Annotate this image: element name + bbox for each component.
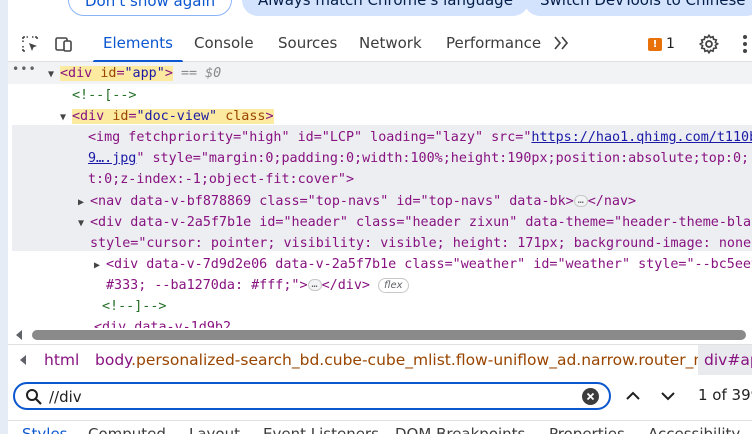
tree-row-comment-close[interactable]: <!--]-->: [102, 296, 167, 317]
attr-value: "doc-view": [136, 109, 218, 124]
img-style-end: t:0;z-index:-1;object-fit:cover">: [88, 172, 355, 187]
expand-arrow-icon[interactable]: ▶: [94, 255, 106, 276]
tag-open: <div: [72, 109, 105, 124]
comment-node: <!--[-->: [72, 88, 137, 103]
collapsed-children-ellipsis[interactable]: …: [573, 195, 588, 207]
tab-event-listeners[interactable]: Event Listeners: [263, 425, 379, 434]
tree-row-comment-open[interactable]: <!--[-->: [72, 85, 137, 106]
weather-close-tag: </div>: [321, 278, 370, 293]
breadcrumb-body[interactable]: body.personalized-search_bd.cube-cube_ml…: [95, 345, 734, 375]
tab-performance[interactable]: Performance: [446, 26, 541, 62]
dom-search-bar: 1 of 399: [8, 376, 752, 420]
collapse-arrow-icon[interactable]: ▼: [60, 107, 72, 128]
tab-properties[interactable]: Properties: [549, 425, 625, 434]
tree-row-partial[interactable]: <div data-v-1d9b2...: [94, 317, 255, 328]
img-tag-text: <img fetchpriority="high" id="LCP" loadi…: [88, 130, 532, 145]
attr-name: id: [100, 66, 117, 81]
tree-row-weather-cont[interactable]: #333; --ba1270da: #fff;">… </div> flex: [106, 275, 409, 296]
tree-row-header[interactable]: ▼ <div data-v-2a5f7b1e id="header" class=…: [78, 212, 752, 233]
nav-tag-text: <nav data-v-bf878869 class="top-navs" id…: [90, 194, 574, 209]
tree-row-img-lcp-cont[interactable]: 9….jpg" style="margin:0;padding:0;width:…: [88, 148, 749, 169]
tree-row-top-navs[interactable]: ▶ <nav data-v-bf878869 class="top-navs" i…: [78, 191, 636, 212]
tab-layout[interactable]: Layout: [189, 425, 240, 434]
breadcrumb-body-tag: body: [95, 351, 132, 369]
attr-name: id: [112, 109, 129, 124]
expand-arrow-icon[interactable]: ▶: [78, 192, 90, 213]
breadcrumb-div-id: #app: [727, 351, 752, 369]
dom-tree[interactable]: ••• ▼ <div id="app"> == $0 <!--[--> ▼ <div…: [8, 62, 752, 328]
tree-row-weather[interactable]: ▶ <div data-v-7d9d2e06 data-v-2a5f7b1e cl…: [94, 254, 752, 275]
tag-close: >: [164, 66, 173, 81]
switch-devtools-language-button[interactable]: Switch DevTools to Chinese: [524, 0, 752, 16]
img-src-link[interactable]: https://hao1.qhimg.com/t110b: [531, 130, 752, 145]
weather-style-text: #333; --ba1270da: #fff;">: [106, 278, 308, 293]
styles-pane-tabs: Styles Computed Layout Event Listeners D…: [8, 420, 752, 434]
partial-tag-text: <div data-v-1d9b2...: [94, 320, 256, 328]
tab-styles[interactable]: Styles: [22, 425, 68, 434]
tag-close: >: [265, 109, 274, 124]
attr-value: "app": [124, 66, 165, 81]
window-left-edge: [0, 0, 8, 434]
collapse-arrow-icon[interactable]: ▼: [78, 213, 90, 234]
clear-search-icon[interactable]: [582, 388, 599, 405]
tree-row-img-lcp-end[interactable]: t:0;z-index:-1;object-fit:cover">: [88, 169, 354, 190]
devtools-tabbar: Elements Console Sources Network Perform…: [8, 26, 752, 63]
device-toolbar-icon[interactable]: [54, 34, 74, 54]
tree-row-app[interactable]: ▼ <div id="app"> == $0: [48, 63, 221, 84]
more-options-kebab-icon[interactable]: [742, 34, 748, 54]
comment-node: <!--]-->: [102, 299, 167, 314]
inspect-element-icon[interactable]: [20, 34, 40, 54]
node-actions-ellipsis-icon[interactable]: •••: [12, 62, 37, 76]
search-icon: [26, 389, 42, 405]
search-input[interactable]: [49, 386, 569, 408]
language-infobar: Don't show again Always match Chrome's l…: [8, 0, 752, 22]
tree-row-img-lcp[interactable]: <img fetchpriority="high" id="LCP" loadi…: [88, 127, 752, 148]
img-src-link-end[interactable]: 9….jpg: [88, 151, 136, 166]
tag-open: <div: [60, 66, 93, 81]
settings-gear-icon[interactable]: [698, 33, 720, 55]
horizontal-scrollbar[interactable]: [8, 328, 752, 342]
always-match-language-button[interactable]: Always match Chrome's language: [242, 0, 529, 16]
attr-name: class: [225, 109, 266, 124]
scrollbar-thumb[interactable]: [32, 330, 746, 340]
tab-elements[interactable]: Elements: [93, 26, 183, 63]
next-match-chevron-down-icon[interactable]: [659, 388, 677, 404]
breadcrumb-div-tag: div: [704, 351, 728, 369]
search-box[interactable]: [13, 382, 611, 410]
tab-dom-breakpoints[interactable]: DOM Breakpoints: [395, 425, 525, 434]
tree-row-doc-view[interactable]: ▼ <div id="doc-view" class>: [60, 106, 274, 127]
more-tabs-chevron-icon[interactable]: [553, 30, 569, 56]
breadcrumb-body-class: .personalized-search_bd.cube-cube_mlist.…: [131, 351, 734, 369]
dont-show-again-button[interactable]: Don't show again: [68, 0, 233, 16]
issues-count: 1: [666, 36, 675, 52]
header-tag-text: <div data-v-2a5f7b1e id="header" class="…: [90, 215, 752, 230]
header-style-text: style="cursor: pointer; visibility: visi…: [90, 236, 752, 251]
weather-tag-text: <div data-v-7d9d2e06 data-v-2a5f7b1e cla…: [106, 257, 752, 272]
tree-row-header-style[interactable]: style="cursor: pointer; visibility: visi…: [90, 233, 752, 254]
issue-flag-icon: !: [648, 37, 662, 51]
breadcrumb: html body.personalized-search_bd.cube-cu…: [8, 344, 752, 376]
breadcrumb-html[interactable]: html: [44, 345, 79, 375]
tab-console[interactable]: Console: [194, 26, 254, 62]
breadcrumb-div-app[interactable]: div#app: [698, 345, 752, 375]
flex-badge[interactable]: flex: [378, 277, 409, 293]
tab-computed[interactable]: Computed: [88, 425, 166, 434]
breadcrumb-scroll-left-icon[interactable]: [20, 355, 26, 365]
issues-counter[interactable]: ! 1: [648, 35, 675, 53]
collapse-arrow-icon[interactable]: ▼: [48, 64, 60, 85]
tab-network[interactable]: Network: [359, 26, 422, 62]
img-style-text: " style="margin:0;padding:0;width:100%;h…: [136, 151, 750, 166]
selected-node-marker: == $0: [180, 66, 222, 81]
tab-accessibility[interactable]: Accessibility: [648, 425, 740, 434]
collapsed-children-ellipsis[interactable]: …: [307, 279, 322, 291]
previous-match-chevron-up-icon[interactable]: [624, 388, 642, 404]
scroll-left-arrow-icon[interactable]: [16, 330, 22, 340]
nav-close-tag: </nav>: [587, 194, 637, 209]
tab-sources[interactable]: Sources: [278, 26, 337, 62]
match-count: 1 of 399: [698, 386, 752, 404]
